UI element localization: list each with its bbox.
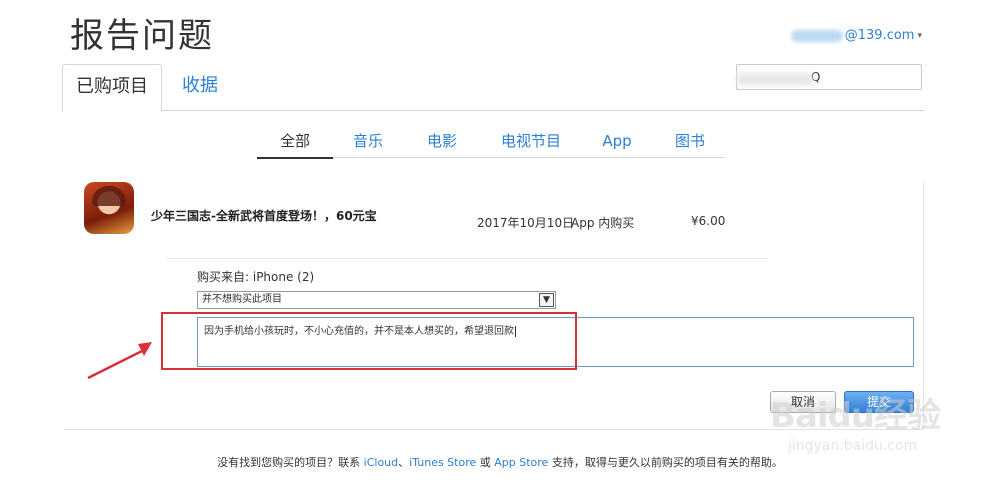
- report-problem-page: 报告问题 @139.com ▾ 已购项目 收据 Q 全部 音乐 电影 电视节目 …: [0, 0, 1000, 486]
- purchase-date: 2017年10月10日: [477, 216, 575, 230]
- icloud-link[interactable]: iCloud: [364, 456, 398, 469]
- search-input[interactable]: Q: [736, 64, 922, 90]
- chevron-down-icon[interactable]: ▼: [539, 293, 554, 307]
- category-filter: 全部 音乐 电影 电视节目 App 图书: [257, 126, 725, 159]
- purchased-from-label: 购买来自: iPhone (2): [197, 270, 315, 284]
- footer-suffix: 支持，取得与更久以前购买的项目有关的帮助。: [548, 456, 783, 469]
- tab-purchased[interactable]: 已购项目: [62, 64, 162, 112]
- filter-tv[interactable]: 电视节目: [493, 126, 569, 158]
- page-title: 报告问题: [70, 16, 214, 56]
- tab-receipts[interactable]: 收据: [170, 64, 230, 111]
- footer-prefix: 没有找到您购买的项目？联系: [217, 456, 364, 469]
- filter-movies[interactable]: 电影: [417, 126, 467, 158]
- filter-books[interactable]: 图书: [665, 126, 715, 158]
- reason-select[interactable]: 并不想购买此项目 ▼: [197, 291, 556, 309]
- account-menu[interactable]: @139.com ▾: [790, 28, 922, 43]
- cancel-button[interactable]: 取消: [770, 391, 836, 413]
- footer-or: 或: [476, 456, 495, 469]
- app-icon: [84, 182, 134, 234]
- help-footer: 没有找到您购买的项目？联系 iCloud、iTunes Store 或 App …: [0, 454, 1000, 470]
- itunes-link[interactable]: iTunes Store: [409, 456, 476, 469]
- filter-app[interactable]: App: [595, 126, 639, 158]
- redacted-email: [790, 29, 843, 42]
- submit-button[interactable]: 提交: [844, 391, 914, 413]
- reason-select-value: 并不想购买此项目: [202, 294, 282, 305]
- appstore-link[interactable]: App Store: [494, 456, 548, 469]
- purchase-item: 少年三国志-全新武将首度登场！，60元宝 2017年10月10日 App 内购买…: [64, 182, 924, 430]
- annotation-highlight-box: [161, 312, 577, 370]
- account-email: @139.com: [844, 28, 915, 43]
- divider: [166, 258, 768, 259]
- app-name: 少年三国志-全新武将首度登场！，60元宝: [151, 209, 377, 223]
- filter-music[interactable]: 音乐: [343, 126, 393, 158]
- filter-all[interactable]: 全部: [257, 126, 333, 159]
- redacted-search-text: [737, 73, 813, 85]
- watermark-url: jingyan.baidu.com: [788, 438, 918, 454]
- purchase-type: App 内购买: [571, 216, 635, 230]
- chevron-down-icon: ▾: [917, 30, 922, 41]
- purchase-price: ¥6.00: [691, 214, 726, 228]
- footer-sep: 、: [398, 456, 410, 469]
- annotation-arrow-icon: [87, 342, 152, 380]
